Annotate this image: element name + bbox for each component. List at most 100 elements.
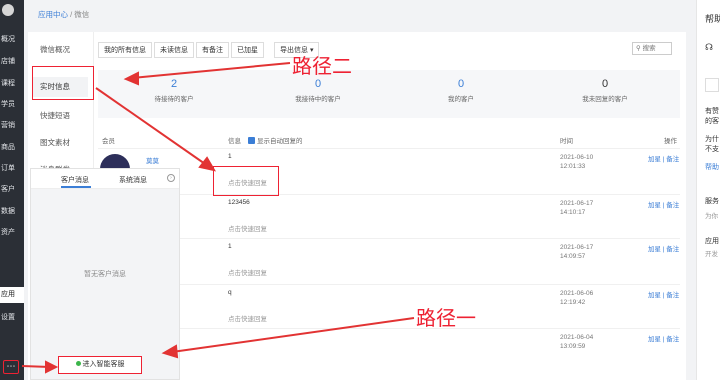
nav-item-data[interactable]: 数据 xyxy=(0,206,24,216)
row-time: 2021-06-17 14:09:57 xyxy=(560,243,600,261)
stat-serving-label: 我接待中的客户 xyxy=(295,96,341,103)
stat-mine-value: 0 xyxy=(457,78,465,90)
tab-customer-messages[interactable]: 客户消息 xyxy=(61,175,89,185)
nav-item-course[interactable]: 课程 xyxy=(0,78,24,88)
nav-item-student[interactable]: 学员 xyxy=(0,99,24,109)
nav-item-settings[interactable]: 设置 xyxy=(0,312,24,322)
help-box xyxy=(705,78,719,92)
chat-panel: 客户消息 系统消息 › 暂无客户消息 xyxy=(30,168,180,380)
tab-all[interactable]: 我的所有信息 xyxy=(98,42,152,58)
row-ops[interactable]: 加星 | 备注 xyxy=(648,333,679,343)
tab-starred[interactable]: 已加星 xyxy=(231,42,264,58)
nav-item-orders[interactable]: 订单 xyxy=(0,163,24,173)
stats-bar: 2 待接待的客户 0 我接待中的客户 0 我的客户 0 我未回复的客户 xyxy=(98,70,680,118)
submenu-item-materials[interactable]: 图文素材 xyxy=(40,137,70,148)
quick-reply-link[interactable]: 点击快速回复 xyxy=(228,313,267,323)
row-time: 2021-06-04 13:09:59 xyxy=(560,333,600,351)
autoreply-toggle[interactable]: 显示自动回复的 xyxy=(248,135,303,145)
headset-icon[interactable]: ☊ xyxy=(705,42,713,53)
nav-item-customers[interactable]: 客户 xyxy=(0,184,24,194)
annotation-path-two: 路径二 xyxy=(292,54,352,78)
row-ops[interactable]: 加星 | 备注 xyxy=(648,199,679,209)
search-placeholder: 搜索 xyxy=(642,45,656,52)
left-nav: 概况 店铺 课程 学员 营销 商品 订单 客户 数据 资产 应用 设置 ⋯ xyxy=(0,0,24,380)
row-date: 2021-06-04 xyxy=(560,334,594,341)
quick-reply-link[interactable]: 点击快速回复 xyxy=(228,223,267,233)
help-line: 应用 xyxy=(705,238,719,245)
col-ops: 操作 xyxy=(664,138,677,145)
row-time: 2021-06-06 12:19:42 xyxy=(560,289,600,307)
help-line: 不支 xyxy=(705,146,719,153)
stat-unreplied-value: 0 xyxy=(601,78,609,90)
search-icon: ⚲ xyxy=(636,45,641,52)
stat-mine[interactable]: 0 我的客户 xyxy=(391,78,531,103)
empty-state: 暂无客户消息 xyxy=(84,271,126,278)
checkbox-icon xyxy=(248,137,255,144)
row-time: 2021-06-17 14:10:17 xyxy=(560,199,600,217)
help-line: 的客 xyxy=(705,118,719,125)
tab-noted[interactable]: 有备注 xyxy=(196,42,229,58)
row-clock: 12:01:33 xyxy=(560,163,586,170)
row-message: 1 xyxy=(228,153,232,160)
stat-waiting[interactable]: 2 待接待的客户 xyxy=(104,78,244,103)
row-date: 2021-06-10 xyxy=(560,154,594,161)
row-date: 2021-06-17 xyxy=(560,200,594,207)
col-time: 时间 xyxy=(560,138,573,145)
submenu-item-overview[interactable]: 微信概况 xyxy=(40,44,70,55)
help-line: 开发 xyxy=(705,251,718,258)
row-clock: 14:09:57 xyxy=(560,253,586,260)
nav-item-marketing[interactable]: 营销 xyxy=(0,120,24,130)
row-time: 2021-06-10 12:01:33 xyxy=(560,153,600,171)
row-date: 2021-06-06 xyxy=(560,290,594,297)
tab-system-messages[interactable]: 系统消息 xyxy=(119,175,147,185)
nav-item-apps[interactable]: 应用 xyxy=(0,287,24,303)
annotation-box-realtime xyxy=(32,66,94,100)
quick-reply-link[interactable]: 点击快速回复 xyxy=(228,267,267,277)
help-link[interactable]: 帮助 xyxy=(705,162,719,172)
annotation-path-one: 路径一 xyxy=(416,306,476,330)
help-line: 为什 xyxy=(705,136,719,143)
stat-serving-value: 0 xyxy=(314,78,322,90)
row-ops[interactable]: 加星 | 备注 xyxy=(648,289,679,299)
nav-item-goods[interactable]: 商品 xyxy=(0,142,24,152)
help-line: 为你 xyxy=(705,213,718,220)
row-message: q xyxy=(228,289,232,296)
table-row: 123456 点击快速回复 2021-06-17 14:10:17 加星 | 备注 xyxy=(98,194,680,238)
help-title: 帮助 xyxy=(705,14,720,24)
table-row: q 点击快速回复 2021-06-06 12:19:42 加星 | 备注 xyxy=(98,284,680,328)
autoreply-label: 显示自动回复的 xyxy=(257,138,303,145)
stat-serving[interactable]: 0 我接待中的客户 xyxy=(248,78,388,103)
table-row: 2021-06-04 13:09:59 加星 | 备注 xyxy=(98,328,680,372)
help-panel xyxy=(696,0,720,380)
row-ops[interactable]: 加星 | 备注 xyxy=(648,153,679,163)
logo xyxy=(0,0,24,20)
annotation-box-quick-reply xyxy=(213,166,279,196)
nav-item-shop[interactable]: 店铺 xyxy=(0,56,24,66)
app-root: 概况 店铺 课程 学员 营销 商品 订单 客户 数据 资产 应用 设置 ⋯ 应用… xyxy=(0,0,720,380)
nav-item-overview[interactable]: 概况 xyxy=(0,34,24,44)
chat-dots-icon: ⋯ xyxy=(6,361,16,371)
row-clock: 14:10:17 xyxy=(560,209,586,216)
row-message: 123456 xyxy=(228,199,250,206)
active-tab-underline xyxy=(61,186,91,188)
stat-mine-label: 我的客户 xyxy=(448,96,474,103)
stat-unreplied[interactable]: 0 我未回复的客户 xyxy=(535,78,675,103)
chevron-right-icon[interactable]: › xyxy=(167,174,175,182)
annotation-box-enter xyxy=(56,353,146,377)
nav-item-assets[interactable]: 资产 xyxy=(0,227,24,237)
row-message: 1 xyxy=(228,243,232,250)
breadcrumb-current: 微信 xyxy=(74,10,90,19)
col-info: 信息 xyxy=(228,138,241,145)
search-input[interactable]: ⚲ 搜索 xyxy=(632,42,672,55)
table-row: 1 点击快速回复 2021-06-17 14:09:57 加星 | 备注 xyxy=(98,238,680,282)
tab-unread[interactable]: 未读信息 xyxy=(154,42,194,58)
stat-waiting-label: 待接待的客户 xyxy=(154,96,194,103)
stat-unreplied-label: 我未回复的客户 xyxy=(582,96,628,103)
chat-button[interactable]: ⋯ xyxy=(3,360,19,374)
message-tabs: 我的所有信息 未读信息 有备注 已加星 导出信息 ▾ xyxy=(98,42,320,58)
help-line: 有赞 xyxy=(705,108,719,115)
submenu-item-quick-phrases[interactable]: 快捷短语 xyxy=(40,110,70,121)
breadcrumb: 应用中心 / 微信 xyxy=(38,9,89,20)
row-ops[interactable]: 加星 | 备注 xyxy=(648,243,679,253)
breadcrumb-parent[interactable]: 应用中心 xyxy=(38,10,68,19)
